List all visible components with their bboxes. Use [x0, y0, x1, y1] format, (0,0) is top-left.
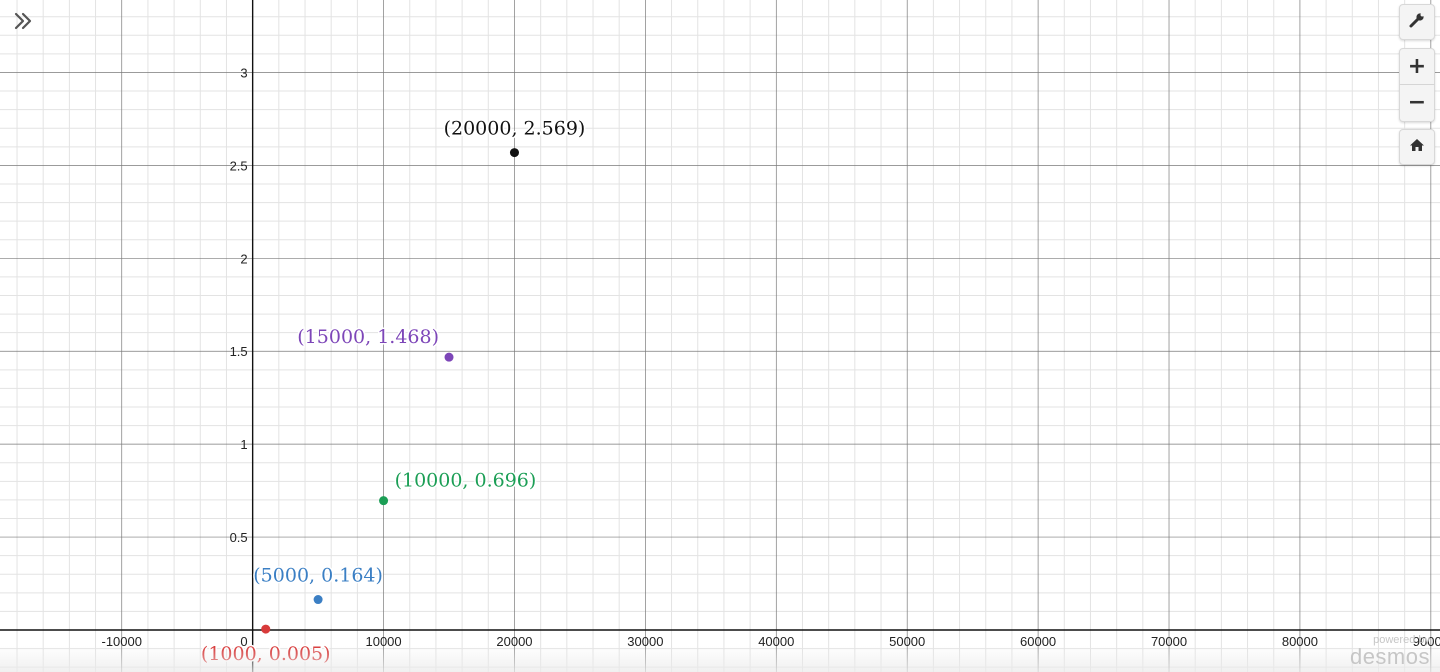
- data-point[interactable]: [261, 624, 271, 634]
- x-tick-label: 30000: [627, 634, 663, 649]
- point-label: (15000, 1.468): [297, 326, 439, 348]
- double-chevron-right-icon: [12, 10, 34, 37]
- y-tick-label: 0.5: [230, 530, 248, 545]
- data-point[interactable]: [379, 496, 389, 506]
- x-tick-label: 40000: [758, 634, 794, 649]
- zoom-in-button[interactable]: +: [1399, 48, 1435, 85]
- plus-icon: +: [1407, 53, 1427, 79]
- y-tick-label: 1.5: [230, 344, 248, 359]
- powered-by-desmos-logo[interactable]: powered by desmos: [1350, 635, 1430, 668]
- desmos-wordmark: desmos: [1349, 644, 1430, 669]
- point-label: (20000, 2.569): [444, 118, 586, 140]
- point-label: (5000, 0.164): [253, 565, 383, 587]
- x-tick-label: 70000: [1151, 634, 1187, 649]
- graph-canvas[interactable]: -10000 0 10000 20000 30000 40000 50000 60000 700…: [0, 0, 1440, 672]
- y-tick-label: 2.5: [230, 158, 248, 173]
- x-tick-label: 50000: [889, 634, 925, 649]
- x-tick-label: 60000: [1020, 634, 1056, 649]
- y-tick-label: 2: [240, 251, 247, 266]
- x-tick-label: -10000: [102, 634, 142, 649]
- minor-grid: [0, 0, 1440, 672]
- default-viewport-button[interactable]: [1399, 129, 1435, 165]
- major-grid: [0, 0, 1440, 672]
- data-point[interactable]: [313, 595, 323, 605]
- axes: [0, 0, 1440, 672]
- graph-settings-button[interactable]: [1399, 4, 1435, 40]
- graph-paper[interactable]: -10000 0 10000 20000 30000 40000 50000 60000 700…: [0, 0, 1440, 672]
- expand-expression-list-button[interactable]: [8, 8, 38, 38]
- y-tick-labels: 0.5 1 1.5 2 2.5 3: [230, 65, 248, 545]
- wrench-icon: [1408, 11, 1426, 34]
- x-tick-label: 80000: [1282, 634, 1318, 649]
- point-label: (10000, 0.696): [395, 470, 537, 492]
- x-tick-label: 10000: [365, 634, 401, 649]
- zoom-out-button[interactable]: −: [1399, 85, 1435, 122]
- point-label: (1000, 0.005): [201, 643, 331, 665]
- y-tick-label: 1: [240, 437, 247, 452]
- data-point[interactable]: [509, 148, 519, 158]
- data-point[interactable]: [444, 352, 454, 362]
- y-tick-label: 3: [240, 65, 247, 80]
- minus-icon: −: [1407, 90, 1427, 115]
- point-labels: (1000, 0.005) (5000, 0.164) (10000, 0.696)…: [199, 116, 586, 666]
- home-icon: [1409, 137, 1425, 158]
- x-tick-label: 20000: [496, 634, 532, 649]
